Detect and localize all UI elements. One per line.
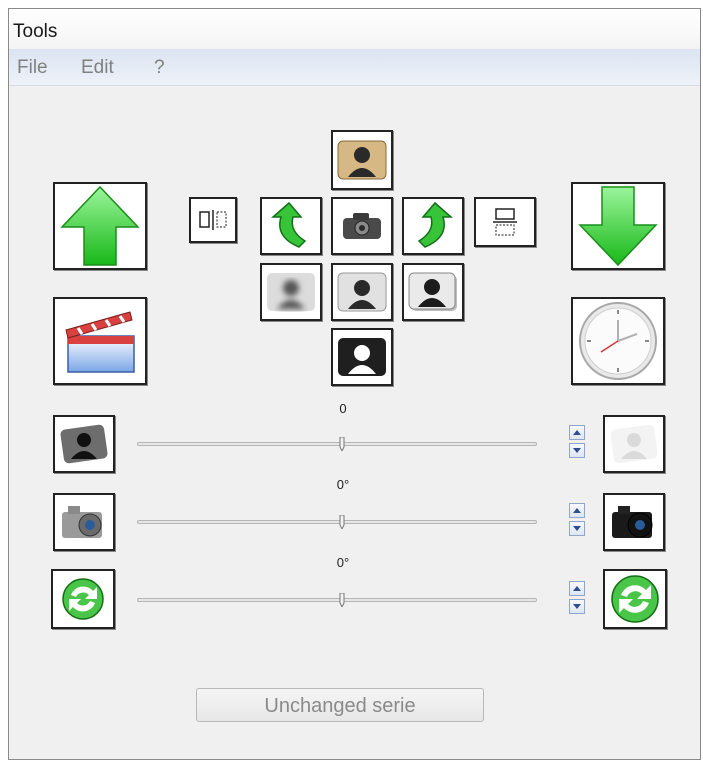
rotate-right-button[interactable] bbox=[402, 197, 464, 255]
brightness-increase-button[interactable] bbox=[603, 415, 665, 473]
flip-horizontal-button[interactable] bbox=[189, 197, 237, 243]
portrait-normal-icon bbox=[337, 272, 387, 312]
window-title: Tools bbox=[13, 21, 58, 42]
rotation-value: 0° bbox=[336, 555, 350, 570]
brightness-slider-thumb[interactable] bbox=[337, 437, 347, 451]
spin-down-icon bbox=[573, 448, 581, 453]
rotate-left-icon bbox=[271, 201, 307, 248]
arrow-up-icon bbox=[60, 185, 140, 266]
timer-button[interactable] bbox=[571, 297, 665, 385]
tools-window: Tools File Edit ? 0 0° 0° Unchanged seri… bbox=[8, 8, 701, 760]
rotation-spinner[interactable] bbox=[569, 581, 585, 617]
rotate-cw-button[interactable] bbox=[603, 569, 667, 629]
spin-up-icon bbox=[573, 430, 581, 435]
refresh-large-icon bbox=[611, 575, 659, 623]
camera-button[interactable] bbox=[331, 197, 393, 255]
spin-down-icon bbox=[573, 604, 581, 609]
clock-icon bbox=[579, 302, 657, 380]
normal-portrait-button[interactable] bbox=[331, 263, 393, 321]
dark-portrait-button[interactable] bbox=[331, 328, 393, 386]
portrait-dark-icon bbox=[338, 338, 386, 376]
menu-file[interactable]: File bbox=[17, 57, 48, 79]
sepia-button[interactable] bbox=[331, 130, 393, 190]
brightness-value: 0 bbox=[339, 401, 347, 416]
menu-bar: File Edit ? bbox=[9, 49, 700, 86]
portrait-sharpen-icon bbox=[408, 272, 457, 311]
menu-help[interactable]: ? bbox=[154, 57, 165, 79]
sharpen-button[interactable] bbox=[402, 263, 464, 321]
exposure-spin-up[interactable] bbox=[569, 503, 585, 518]
move-down-button[interactable] bbox=[571, 182, 665, 270]
exposure-decrease-button[interactable] bbox=[53, 493, 115, 551]
spin-up-icon bbox=[573, 508, 581, 513]
flip-horizontal-icon bbox=[199, 210, 227, 230]
slideshow-button[interactable] bbox=[53, 297, 147, 385]
move-up-button[interactable] bbox=[53, 182, 147, 270]
camera-large-icon bbox=[612, 506, 653, 538]
exposure-increase-button[interactable] bbox=[603, 493, 665, 551]
title-bar: Tools bbox=[9, 9, 700, 49]
brightness-spin-up[interactable] bbox=[569, 425, 585, 440]
blur-button[interactable] bbox=[260, 263, 322, 321]
camera-small-icon bbox=[62, 506, 102, 538]
brightness-spin-down[interactable] bbox=[569, 443, 585, 458]
brightness-light-icon bbox=[610, 424, 658, 464]
rotation-slider-thumb[interactable] bbox=[337, 593, 347, 607]
brightness-decrease-button[interactable] bbox=[53, 415, 115, 473]
brightness-dark-icon bbox=[60, 424, 108, 464]
rotate-right-icon bbox=[417, 201, 453, 248]
clapperboard-icon bbox=[65, 311, 135, 373]
flip-vertical-button[interactable] bbox=[474, 197, 536, 247]
rotation-spin-down[interactable] bbox=[569, 599, 585, 614]
spin-up-icon bbox=[573, 586, 581, 591]
portrait-blur-icon bbox=[267, 273, 315, 311]
camera-icon bbox=[343, 213, 381, 239]
spin-down-icon bbox=[573, 526, 581, 531]
exposure-spin-down[interactable] bbox=[569, 521, 585, 536]
flip-vertical-icon bbox=[493, 208, 517, 236]
exposure-value: 0° bbox=[336, 477, 350, 492]
exposure-spinner[interactable] bbox=[569, 503, 585, 539]
refresh-icon bbox=[62, 578, 104, 620]
unchanged-serie-button[interactable]: Unchanged serie bbox=[196, 688, 484, 722]
rotate-left-button[interactable] bbox=[260, 197, 322, 255]
menu-edit[interactable]: Edit bbox=[81, 57, 114, 79]
exposure-slider-thumb[interactable] bbox=[337, 515, 347, 529]
brightness-spinner[interactable] bbox=[569, 425, 585, 461]
arrow-down-icon bbox=[578, 186, 658, 267]
rotate-ccw-button[interactable] bbox=[51, 569, 115, 629]
rotation-spin-up[interactable] bbox=[569, 581, 585, 596]
portrait-sepia-icon bbox=[337, 140, 387, 180]
